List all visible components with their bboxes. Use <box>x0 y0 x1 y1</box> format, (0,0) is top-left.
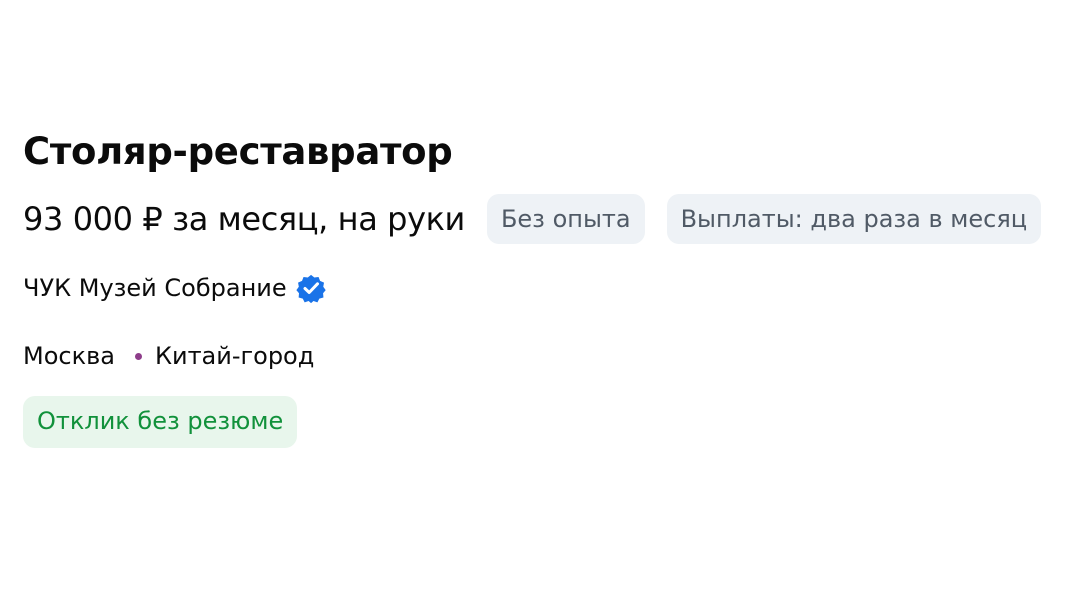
salary-row: 93 000 ₽ за месяц, на руки Без опыта Вып… <box>23 194 1063 244</box>
metro-line-icon <box>134 352 142 360</box>
respond-without-resume-button[interactable]: Отклик без резюме <box>23 396 298 448</box>
experience-tag: Без опыта <box>486 194 645 244</box>
company-link[interactable]: ЧУК Музей Собрание <box>23 270 287 306</box>
metro-station: Китай-город <box>154 342 315 370</box>
vacancy-title: Столяр-реставратор <box>23 130 453 173</box>
vacancy-card: Столяр-реставратор 93 000 ₽ за месяц, на… <box>23 128 1063 448</box>
payment-frequency-tag: Выплаты: два раза в месяц <box>666 194 1042 244</box>
company-row: ЧУК Музей Собрание <box>23 270 1063 306</box>
location-row: Москва Китай-город <box>23 338 1063 374</box>
salary: 93 000 ₽ за месяц, на руки <box>23 200 465 238</box>
verified-badge-icon <box>295 272 327 304</box>
city: Москва <box>23 342 115 370</box>
